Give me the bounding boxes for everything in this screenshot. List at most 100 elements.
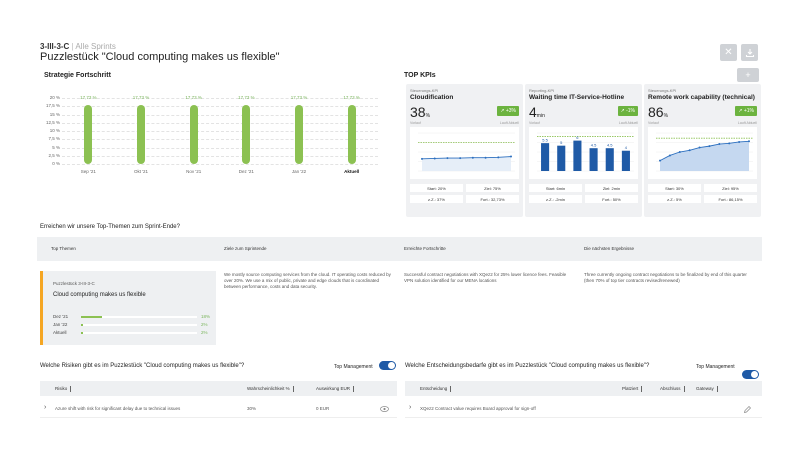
x-tick-label: Okt '21	[133, 169, 149, 174]
bar[interactable]	[189, 105, 198, 164]
kpi-point[interactable]	[459, 157, 462, 160]
table-row[interactable]: › Azure shift with risk for significant …	[40, 401, 397, 418]
gridline	[62, 139, 378, 141]
bar[interactable]	[84, 105, 93, 164]
kpi-card[interactable]: Steuerungs-KPI Remote work capability (te…	[644, 84, 761, 217]
progress-track	[81, 332, 197, 334]
kpi-point[interactable]	[678, 151, 681, 153]
kpi-point[interactable]	[708, 145, 711, 148]
kpi-current-label: Lauft Aktuell	[499, 121, 519, 125]
kpi-point[interactable]	[698, 146, 701, 149]
kpi-trend-badge: ↗ -1%	[617, 106, 638, 116]
decisions-col-abschluss-label: Abschluss	[660, 386, 681, 392]
risks-question: Welche Risiken gibt es im Puzzlestück "C…	[40, 363, 245, 369]
header-top-themen: Top Themen	[51, 246, 76, 251]
kpi-point[interactable]	[668, 154, 671, 157]
puzzle-code: 3-III-3-C | Alle Sprints	[40, 42, 116, 51]
kpi-name: Remote work capability (technical)	[648, 94, 755, 101]
risk-name: Azure shift with risk for significant de…	[55, 406, 181, 411]
kpi-point[interactable]	[433, 157, 436, 160]
gridline	[62, 164, 378, 165]
progress-label: Aktuell	[53, 330, 67, 335]
kpi-target: Ziel: 95%	[704, 184, 757, 192]
decisions-col-abschluss[interactable]: Abschluss	[660, 386, 685, 392]
decisions-col-platziert[interactable]: Platziert	[622, 386, 643, 392]
header-separator: |	[71, 42, 74, 51]
bar[interactable]	[347, 105, 356, 164]
kpi-point[interactable]	[718, 143, 721, 146]
progress-label: Dez '21	[53, 314, 69, 319]
topics-question: Erreichen wir unsere Top-Themen zum Spri…	[40, 224, 180, 230]
gridline	[62, 147, 378, 149]
risks-col-risiko[interactable]: Risiko	[55, 386, 72, 392]
kpi-point[interactable]	[659, 159, 661, 162]
y-tick-label: 10 %	[49, 128, 60, 133]
risks-toggle-label: Top Management	[334, 364, 373, 370]
progress-label: Jan '22	[53, 322, 68, 327]
y-tick-label: 5 %	[52, 144, 60, 150]
pencil-icon[interactable]	[743, 405, 752, 414]
kpi-bar[interactable]	[573, 140, 582, 171]
kpi-point[interactable]	[484, 156, 487, 159]
kpi-name: Cloudification	[410, 94, 454, 101]
code-text: 3-III-3-C	[40, 42, 70, 51]
kpi-bar[interactable]	[557, 145, 566, 171]
kpi-point[interactable]	[446, 157, 449, 160]
kpi-current: z.Z.: 37%	[410, 195, 463, 203]
kpi-value: 86%	[648, 104, 669, 120]
decisions-col-entscheidung-label: Entscheidung	[420, 386, 448, 392]
decisions-col-gateway[interactable]: Gateway	[696, 386, 718, 392]
kpi-card[interactable]: Steuerungs-KPI Cloudification 38% ↗ +3% Vorl…	[406, 84, 523, 217]
risks-col-impact[interactable]: Auswirkung EUR	[316, 386, 355, 392]
download-button[interactable]	[741, 44, 758, 61]
kpi-card[interactable]: Reporting-KPI Waiting time IT-Service-Hot…	[525, 84, 642, 217]
kpi-unit: %	[663, 113, 669, 119]
kpi-bar[interactable]	[605, 148, 614, 171]
kpi-bar-label: 6	[576, 135, 579, 140]
kpi-prev-label: Vorlauf	[648, 121, 659, 125]
close-button[interactable]: ✕	[720, 44, 737, 61]
bar-value-label: 17,73 %	[132, 95, 150, 100]
kpi-point[interactable]	[738, 140, 741, 143]
kpi-area	[660, 141, 749, 171]
kpi-bar-label: 4.5	[607, 143, 613, 148]
kpi-point[interactable]	[728, 142, 731, 145]
progress-track	[81, 324, 197, 326]
kpi-bar[interactable]	[589, 148, 598, 171]
table-row[interactable]: › XQez2 Contract value requires Board ap…	[405, 401, 762, 418]
risks-top-management-toggle[interactable]	[379, 361, 396, 370]
chevron-right-icon[interactable]: ›	[409, 404, 411, 411]
plus-icon: +	[745, 70, 751, 80]
topics-header-row	[37, 237, 762, 261]
kpi-point[interactable]	[510, 155, 512, 158]
kpi-point[interactable]	[421, 157, 423, 160]
header-ergebnisse: Die nächsten Ergebnisse	[584, 246, 635, 251]
kpi-bar-label: 5.5	[542, 138, 548, 143]
kpi-type: Reporting-KPI	[529, 88, 555, 93]
kpi-chart	[648, 127, 757, 179]
eye-icon[interactable]	[380, 406, 389, 412]
add-kpi-button[interactable]: +	[737, 68, 759, 82]
chevron-right-icon[interactable]: ›	[44, 404, 46, 411]
kpi-point[interactable]	[688, 149, 691, 152]
kpi-bar[interactable]	[541, 143, 550, 171]
x-tick-label: Dez '21	[238, 169, 254, 174]
risks-col-prob[interactable]: Wahrscheinlichkeit %	[247, 386, 294, 392]
kpi-target: Ziel: 75%	[466, 184, 519, 192]
kpi-point[interactable]	[471, 156, 474, 159]
kpi-bar[interactable]	[621, 150, 630, 171]
header-ziele: Ziele zum Sprintende	[224, 246, 267, 251]
kpi-current-label: Lauft Aktuell	[737, 121, 757, 125]
kpi-current: z.Z.: 5%	[648, 195, 701, 203]
progress-track	[81, 316, 197, 318]
kpi-unit: %	[425, 113, 431, 119]
close-icon: ✕	[724, 47, 733, 58]
decisions-col-entscheidung[interactable]: Entscheidung	[420, 386, 452, 392]
kpi-point[interactable]	[748, 140, 750, 143]
bar[interactable]	[295, 105, 303, 164]
topic-card[interactable]: Puzzlestück 3-III-3-C Cloud computing ma…	[40, 271, 216, 345]
decisions-top-management-toggle[interactable]	[742, 370, 759, 379]
kpi-point[interactable]	[497, 156, 500, 159]
bar[interactable]	[242, 105, 251, 164]
bar[interactable]	[137, 105, 145, 164]
